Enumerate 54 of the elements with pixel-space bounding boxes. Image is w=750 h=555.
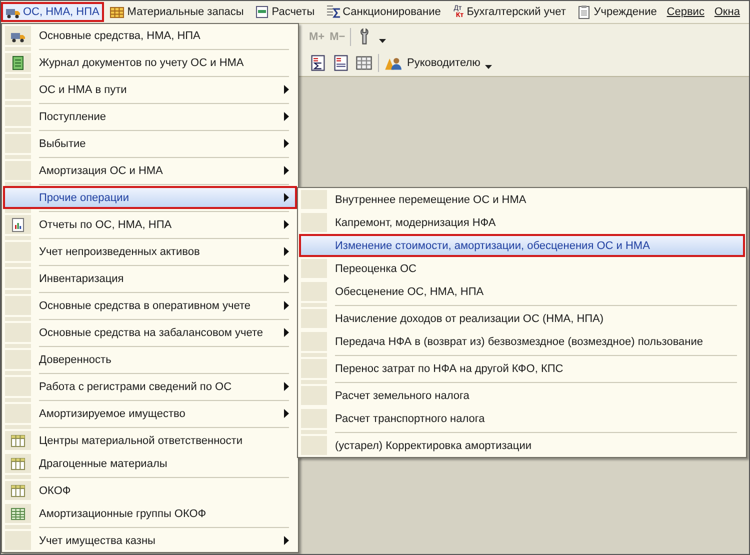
caret-icon[interactable] — [485, 65, 492, 69]
menu-item[interactable]: (устарел) Корректировка амортизации — [299, 434, 745, 457]
menu-item[interactable]: Отчеты по ОС, НМА, НПА — [3, 213, 297, 236]
menu-item[interactable]: Обесценение ОС, НМА, НПА — [299, 280, 745, 303]
menu-bar-item[interactable]: Сервис — [662, 2, 710, 22]
table-icon — [10, 506, 26, 522]
sigma-icon — [324, 4, 341, 20]
menu-item[interactable]: Поступление — [3, 105, 297, 128]
menu-item[interactable]: Прочие операции — [3, 186, 297, 209]
menu-item[interactable]: Доверенность — [3, 348, 297, 371]
grid-icon[interactable] — [355, 54, 373, 72]
chart-document-icon — [10, 216, 26, 232]
menu-item[interactable]: Начисление доходов от реализации ОС (НМА, НПА) — [299, 307, 745, 330]
menu-item[interactable]: Расчет транспортного налога — [299, 407, 745, 430]
menu-item[interactable]: Учет имущества казны — [3, 529, 297, 552]
menu-item[interactable]: ОКОФ — [3, 479, 297, 502]
menu-bar-item[interactable]: Учреждение — [572, 2, 662, 22]
menu-item[interactable]: Драгоценные материалы — [3, 452, 297, 475]
grid-icon — [109, 4, 126, 20]
menu-item[interactable]: Основные средства в оперативном учете — [3, 294, 297, 317]
menu-item[interactable]: Перенос затрат по НФА на другой КФО, КПС — [299, 357, 745, 380]
menu-item[interactable]: Выбытие — [3, 132, 297, 155]
menu-item[interactable]: Журнал документов по учету ОС и НМА — [3, 51, 297, 74]
menu-item[interactable]: ОС и НМА в пути — [3, 78, 297, 101]
menu-bar-item[interactable]: Окна — [710, 2, 745, 22]
menu-item[interactable]: Основные средства на забалансовом учете — [3, 321, 297, 344]
menu-item[interactable]: Амортизируемое имущество — [3, 402, 297, 425]
menu-bar-item[interactable]: Материальные запасы — [105, 2, 249, 22]
menu-item[interactable]: Капремонт, модернизация НФА — [299, 211, 745, 234]
table-icon — [10, 482, 26, 498]
menu-bar-item[interactable]: Санкционирование — [320, 2, 446, 22]
caret-icon[interactable] — [379, 39, 386, 43]
document-icon — [254, 4, 270, 20]
menu-item[interactable]: Амортизация ОС и НМА — [3, 159, 297, 182]
menu-item[interactable]: Учет непроизведенных активов — [3, 240, 297, 263]
menu-item[interactable]: Изменение стоимости, амортизации, обесценения ОС и НМА — [299, 234, 745, 257]
menu-item[interactable]: Внутреннее перемещение ОС и НМА — [299, 188, 745, 211]
document-icon[interactable] — [309, 54, 327, 72]
menu-item[interactable]: Центры материальной ответственности — [3, 429, 297, 452]
clipboard-icon — [576, 4, 592, 20]
menu-item[interactable]: Работа с регистрами сведений по ОС — [3, 375, 297, 398]
book-icon — [10, 54, 26, 70]
menu-item[interactable]: Переоценка ОС — [299, 257, 745, 280]
table-icon — [10, 432, 26, 448]
menu-item[interactable]: Передача НФА в (возврат из) безвозмездное (возмездное) пользование — [299, 330, 745, 353]
menu-item[interactable]: Амортизационные группы ОКОФ — [3, 502, 297, 525]
menu-item[interactable]: Инвентаризация — [3, 267, 297, 290]
menu-item[interactable]: Основные средства, НМА, НПА — [3, 24, 297, 47]
menu-bar-item[interactable]: ОС, НМА, НПА — [1, 2, 104, 22]
menu-bar-item[interactable]: Расчеты — [250, 2, 320, 22]
document-icon[interactable] — [332, 54, 350, 72]
toolbar-button[interactable]: Руководителю — [407, 57, 480, 69]
menu-item[interactable]: Расчет земельного налога — [299, 384, 745, 407]
table-icon — [10, 456, 26, 472]
